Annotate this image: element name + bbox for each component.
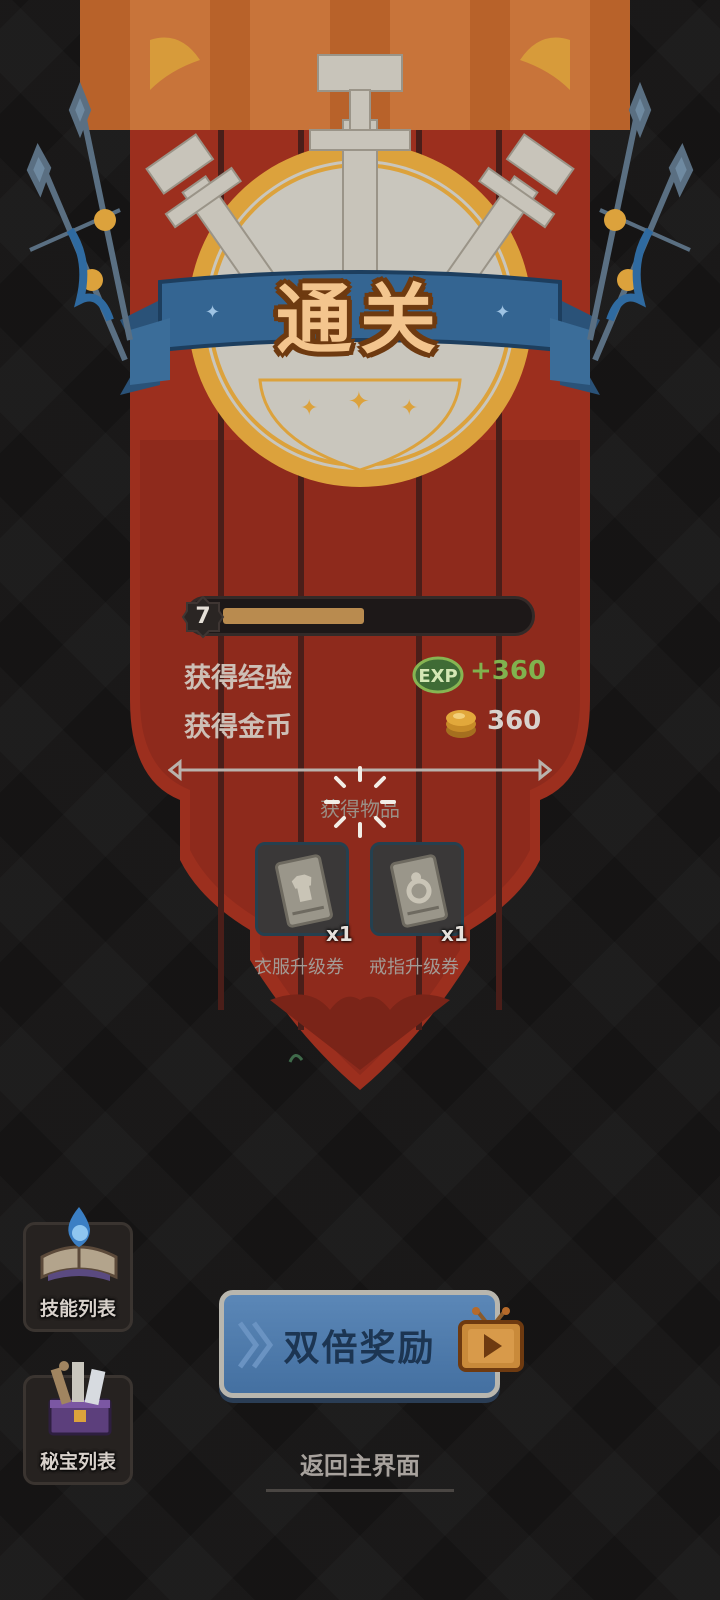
- skill-list-button[interactable]: 技能列表: [23, 1207, 133, 1332]
- item-quantity: x1: [326, 922, 353, 946]
- sparkle-icon: [324, 766, 396, 838]
- level-progress-fill: [223, 608, 364, 624]
- exp-icon: EXP: [412, 656, 464, 694]
- treasure-list-label: 秘宝列表: [39, 1451, 116, 1473]
- exp-value: +360: [470, 656, 547, 686]
- svg-text:✦: ✦: [348, 387, 370, 417]
- level-number: 7: [195, 604, 211, 629]
- item-quantity: x1: [441, 922, 468, 946]
- double-reward-label: 双倍奖励: [283, 1328, 436, 1369]
- item-name: 戒指升级券: [369, 957, 459, 978]
- video-ad-icon[interactable]: [456, 1306, 526, 1374]
- gold-value: 360: [487, 706, 542, 736]
- coin-stack-icon: [446, 710, 476, 738]
- item-name: 衣服升级券: [254, 957, 344, 978]
- treasure-chest-icon: [48, 1361, 112, 1436]
- exp-label: 获得经验: [184, 663, 292, 694]
- victory-banner: ✦ ✦ ✦ ✦ ✦: [26, 0, 694, 1090]
- svg-text:✦: ✦: [400, 396, 418, 421]
- clothes-upgrade-ticket-icon: [275, 854, 333, 928]
- return-home-button[interactable]: 返回主界面: [266, 1446, 454, 1492]
- gold-label: 获得金币: [184, 712, 292, 743]
- exp-icon-text: EXP: [418, 666, 457, 687]
- treasure-list-button[interactable]: 秘宝列表: [23, 1361, 133, 1485]
- svg-text:✦: ✦: [300, 396, 318, 421]
- level-complete-screen: ✦ ✦ ✦ ✦ ✦ 通关 7 获得经验 EXP +360 获得金币 360 获得…: [0, 0, 720, 1600]
- ring-upgrade-ticket-icon: [390, 854, 448, 928]
- spellbook-icon: [40, 1207, 118, 1281]
- skill-list-label: 技能列表: [39, 1298, 116, 1320]
- stage-clear-title: 通关: [276, 275, 444, 364]
